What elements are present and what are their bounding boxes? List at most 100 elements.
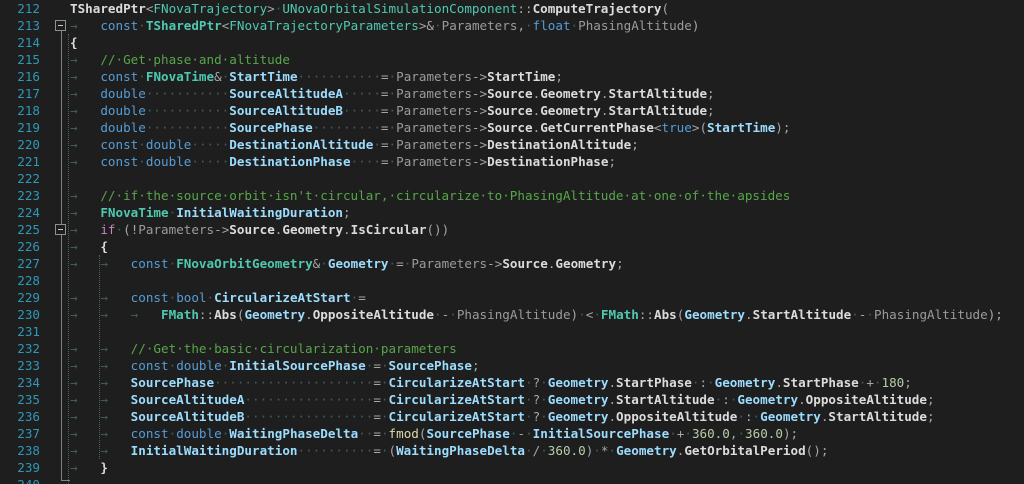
code-text: → → InitialWaitingDuration··········=·(W… <box>70 442 828 459</box>
line-number[interactable]: 223 <box>0 187 40 204</box>
code-line[interactable]: 222 <box>0 170 1024 187</box>
line-number[interactable]: 238 <box>0 442 40 459</box>
whitespace-glyph: → → <box>70 256 131 271</box>
code-text: TSharedPtr<FNovaTrajectory>·UNovaOrbital… <box>70 0 669 17</box>
line-number[interactable]: 229 <box>0 289 40 306</box>
whitespace-glyph: · <box>540 409 548 424</box>
fold-collapse-button[interactable] <box>55 224 66 235</box>
code-token: true <box>661 120 692 135</box>
code-token: const <box>130 290 169 305</box>
code-line[interactable]: 232 → → //·Get·the·basic·circularization·… <box>0 340 1024 357</box>
code-token: (); <box>805 443 829 458</box>
indent-guide <box>99 255 100 459</box>
code-token: SourceAltitudeA <box>130 392 245 407</box>
code-token: = <box>373 392 381 407</box>
whitespace-glyph: · <box>388 256 397 271</box>
code-line[interactable]: 229 → → const·bool·CircularizeAtStart·= <box>0 289 1024 306</box>
code-line[interactable]: 233 → → const·double·InitialSourcePhase·=… <box>0 357 1024 374</box>
line-number[interactable]: 226 <box>0 238 40 255</box>
code-line[interactable]: 228 <box>0 272 1024 289</box>
whitespace-glyph: · <box>570 18 579 33</box>
line-number[interactable]: 232 <box>0 340 40 357</box>
code-token: double <box>176 426 222 441</box>
code-token: FNovaTime <box>145 69 215 84</box>
code-line[interactable]: 227 → → const·FNovaOrbitGeometry&·Geometr… <box>0 255 1024 272</box>
code-token: ; <box>926 392 935 407</box>
code-line[interactable]: 214 { <box>0 34 1024 51</box>
line-number[interactable]: 235 <box>0 391 40 408</box>
code-token: FNovaTrajectoryParameters <box>229 18 419 33</box>
code-line[interactable]: 225 → if·(!Parameters->Source.Geometry.Is… <box>0 221 1024 238</box>
whitespace-glyph: · <box>524 409 533 424</box>
line-number[interactable]: 215 <box>0 51 40 68</box>
line-number[interactable]: 216 <box>0 68 40 85</box>
whitespace-glyph: · <box>524 392 533 407</box>
code-line[interactable]: 215 → //·Get·phase·and·altitude <box>0 51 1024 68</box>
line-number[interactable]: 218 <box>0 102 40 119</box>
line-number[interactable]: 234 <box>0 374 40 391</box>
code-line[interactable]: 236 → → SourceAltitudeB·················=… <box>0 408 1024 425</box>
line-number[interactable]: 231 <box>0 323 40 340</box>
line-number[interactable]: 220 <box>0 136 40 153</box>
line-number[interactable]: 224 <box>0 204 40 221</box>
line-number[interactable]: 228 <box>0 272 40 289</box>
code-token: CircularizeAtStart <box>388 409 525 424</box>
line-number[interactable]: 213 <box>0 17 40 34</box>
code-token: ; <box>707 86 715 101</box>
whitespace-glyph: → <box>70 205 101 220</box>
line-number[interactable]: 212 <box>0 0 40 17</box>
code-token: SourcePhase <box>229 120 313 135</box>
code-token: double <box>176 358 222 373</box>
line-number[interactable]: 230 <box>0 306 40 323</box>
line-number[interactable]: 227 <box>0 255 40 272</box>
code-line[interactable]: 220 → const·double·····DestinationAltitud… <box>0 136 1024 153</box>
code-token: = <box>373 375 381 390</box>
code-line[interactable]: 240 <box>0 476 1024 484</box>
code-token: . <box>798 392 806 407</box>
code-token: const <box>100 154 139 169</box>
code-token: ; <box>926 409 935 424</box>
code-line[interactable]: 237 → → const·double·WaitingPhaseDelta··=… <box>0 425 1024 442</box>
line-number[interactable]: 239 <box>0 459 40 476</box>
code-line[interactable]: 212 TSharedPtr<FNovaTrajectory>·UNovaOrbi… <box>0 0 1024 17</box>
code-line[interactable]: 219 → double···········SourcePhase·······… <box>0 119 1024 136</box>
code-line[interactable]: 226 → { <box>0 238 1024 255</box>
whitespace-glyph: · <box>851 307 859 322</box>
code-token: = <box>396 256 404 271</box>
code-line[interactable]: 235 → → SourceAltitudeA·················=… <box>0 391 1024 408</box>
code-line[interactable]: 217 → double···········SourceAltitudeA···… <box>0 85 1024 102</box>
fold-collapse-button[interactable] <box>55 20 66 31</box>
line-number[interactable]: 233 <box>0 357 40 374</box>
code-line[interactable]: 224 → FNovaTime·InitialWaitingDuration; <box>0 204 1024 221</box>
whitespace-glyph: → <box>70 18 101 33</box>
line-number[interactable]: 222 <box>0 170 40 187</box>
whitespace-glyph: → → <box>70 409 131 424</box>
code-token: float <box>532 18 571 33</box>
code-line[interactable]: 221 → const·double·····DestinationPhase··… <box>0 153 1024 170</box>
code-line[interactable]: 234 → → SourcePhase·····················=… <box>0 374 1024 391</box>
code-line[interactable]: 230 → → → FMath::Abs(Geometry.OppositeAlt… <box>0 306 1024 323</box>
code-line[interactable]: 213 → const·TSharedPtr<FNovaTrajectoryPar… <box>0 17 1024 34</box>
line-number[interactable]: 217 <box>0 85 40 102</box>
line-number[interactable]: 225 <box>0 221 40 238</box>
line-number[interactable]: 237 <box>0 425 40 442</box>
line-number[interactable]: 240 <box>0 476 40 484</box>
code-line[interactable]: 223 → //·if·the·source·orbit·isn't·circul… <box>0 187 1024 204</box>
code-token: bool <box>176 290 207 305</box>
line-number[interactable]: 214 <box>0 34 40 51</box>
whitespace-glyph: → <box>70 120 101 135</box>
fold-scope-end-corner <box>61 480 70 481</box>
whitespace-glyph: ·· <box>358 426 374 441</box>
code-line[interactable]: 216 → const·FNovaTime&·StartTime·········… <box>0 68 1024 85</box>
whitespace-glyph: ····················· <box>214 375 374 390</box>
code-line[interactable]: 218 → double···········SourceAltitudeB···… <box>0 102 1024 119</box>
line-number[interactable]: 219 <box>0 119 40 136</box>
code-line[interactable]: 238 → → InitialWaitingDuration··········=… <box>0 442 1024 459</box>
line-number[interactable]: 236 <box>0 408 40 425</box>
code-token: 180 <box>881 375 905 390</box>
line-number[interactable]: 221 <box>0 153 40 170</box>
code-line[interactable]: 239 → } <box>0 459 1024 476</box>
code-line[interactable]: 231 <box>0 323 1024 340</box>
code-text: → → SourceAltitudeB·················=·Ci… <box>70 408 935 425</box>
whitespace-glyph: → <box>70 460 101 475</box>
